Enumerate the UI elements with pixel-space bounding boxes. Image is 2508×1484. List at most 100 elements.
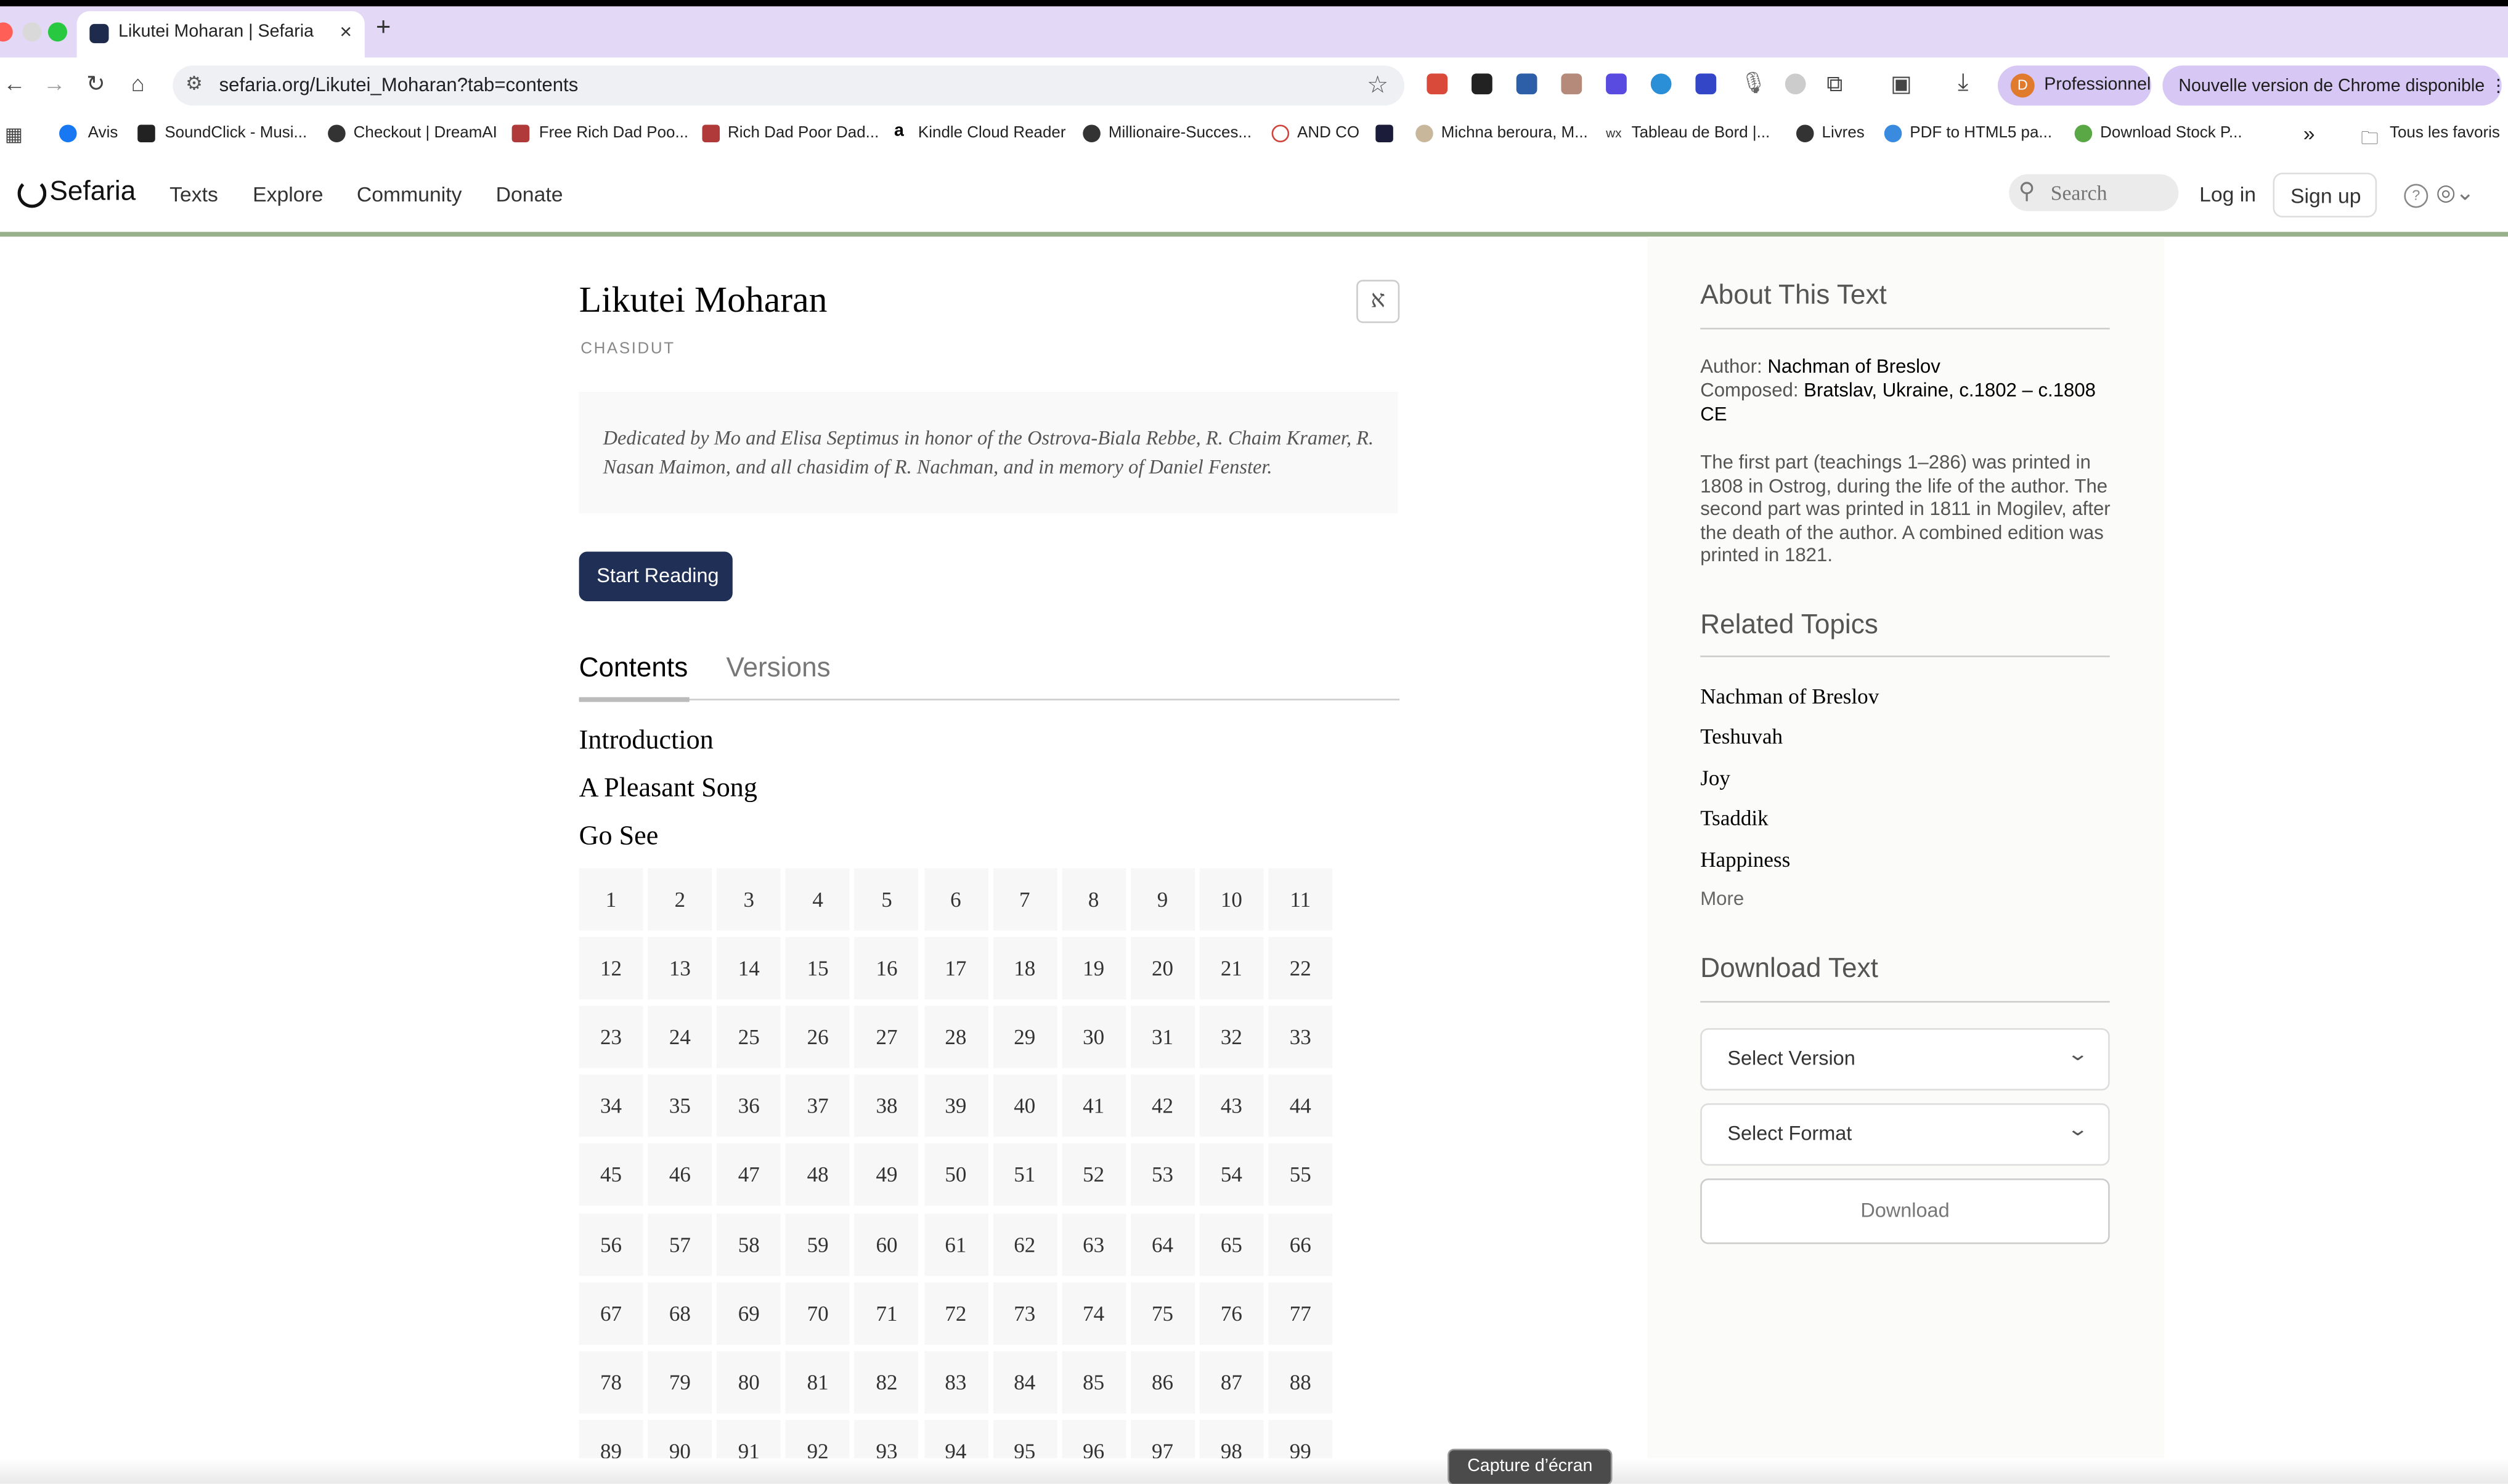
topic-link[interactable]: Happiness	[1700, 848, 1790, 874]
select-version-dropdown[interactable]: Select Version ⌄	[1700, 1028, 2110, 1091]
download-icon[interactable]: ⤓	[1958, 69, 1968, 96]
all-bookmarks-folder[interactable]: Tous les favoris	[2390, 124, 2500, 142]
back-icon[interactable]: ←	[3, 70, 25, 96]
apps-grid-icon[interactable]: ▦	[5, 123, 23, 145]
section-link[interactable]: 49	[855, 1143, 919, 1207]
section-link[interactable]: 70	[786, 1281, 850, 1344]
section-link[interactable]: 45	[579, 1143, 643, 1207]
bookmark-item[interactable]: Download Stock P...	[2100, 124, 2242, 142]
section-link[interactable]: 30	[1061, 1006, 1126, 1069]
section-link[interactable]: 16	[855, 937, 919, 1000]
section-link[interactable]: 44	[1268, 1075, 1333, 1138]
bookmark-item[interactable]: PDF to HTML5 pa...	[1910, 124, 2052, 142]
section-link[interactable]: 74	[1061, 1281, 1126, 1344]
search-input[interactable]	[2050, 179, 2172, 206]
minimize-window-button[interactable]	[22, 22, 42, 42]
section-link[interactable]: 76	[1199, 1281, 1264, 1344]
section-link[interactable]: 12	[579, 937, 643, 1000]
section-link[interactable]: 81	[786, 1350, 850, 1413]
section-link[interactable]: 9	[1130, 868, 1195, 931]
topic-link[interactable]: Joy	[1700, 766, 1730, 792]
signup-button[interactable]: Sign up	[2273, 172, 2377, 218]
nav-texts[interactable]: Texts	[169, 182, 218, 206]
bookmark-item[interactable]: Checkout | DreamAI	[354, 124, 497, 142]
start-reading-button[interactable]: Start Reading	[579, 551, 733, 601]
section-link[interactable]: 10	[1199, 868, 1264, 931]
section-link[interactable]: 13	[648, 937, 712, 1000]
section-link[interactable]: 83	[924, 1350, 988, 1413]
nav-donate[interactable]: Donate	[496, 182, 563, 206]
help-icon[interactable]: ?	[2404, 184, 2429, 208]
bookmark-item[interactable]: Tableau de Bord |...	[1632, 124, 1770, 142]
extension-icon[interactable]	[1606, 73, 1627, 95]
section-link[interactable]: 28	[924, 1006, 988, 1069]
section-link[interactable]: 4	[786, 868, 850, 931]
extension-icon[interactable]	[1561, 73, 1582, 95]
extension-icon[interactable]	[1785, 73, 1806, 95]
section-link[interactable]: 19	[1061, 937, 1126, 1000]
section-link[interactable]: 34	[579, 1075, 643, 1138]
microphone-icon[interactable]: 🎙	[1740, 70, 1767, 96]
section-link[interactable]: 31	[1130, 1006, 1195, 1069]
section-link[interactable]: 69	[717, 1281, 781, 1344]
profile-button[interactable]: D Professionnel	[1998, 65, 2152, 106]
bookmark-item[interactable]: Avis	[88, 124, 118, 142]
section-link[interactable]: 41	[1061, 1075, 1126, 1138]
section-link[interactable]: 21	[1199, 937, 1264, 1000]
toc-go-see[interactable]: Go See	[579, 821, 659, 853]
section-link[interactable]: 5	[855, 868, 919, 931]
section-link[interactable]: 87	[1199, 1350, 1264, 1413]
bookmark-item[interactable]: Millionaire-Succes...	[1109, 124, 1252, 142]
section-link[interactable]: 6	[924, 868, 988, 931]
site-logo[interactable]: Sefaria	[49, 176, 136, 208]
hebrew-toggle-button[interactable]: א	[1356, 280, 1400, 323]
section-link[interactable]: 18	[992, 937, 1057, 1000]
section-link[interactable]: 50	[924, 1143, 988, 1207]
section-link[interactable]: 27	[855, 1006, 919, 1069]
extension-icon[interactable]	[1427, 73, 1448, 95]
section-link[interactable]: 53	[1130, 1143, 1195, 1207]
section-link[interactable]: 68	[648, 1281, 712, 1344]
section-link[interactable]: 29	[992, 1006, 1057, 1069]
bookmarks-overflow-button[interactable]: »	[2303, 121, 2315, 145]
section-link[interactable]: 43	[1199, 1075, 1264, 1138]
section-link[interactable]: 57	[648, 1212, 712, 1276]
bookmark-item[interactable]: AND CO	[1297, 124, 1359, 142]
author-link[interactable]: Nachman of Breslov	[1767, 355, 1940, 377]
section-link[interactable]: 17	[924, 937, 988, 1000]
section-link[interactable]: 60	[855, 1212, 919, 1276]
section-link[interactable]: 66	[1268, 1212, 1333, 1276]
section-link[interactable]: 3	[717, 868, 781, 931]
section-link[interactable]: 86	[1130, 1350, 1195, 1413]
section-link[interactable]: 55	[1268, 1143, 1333, 1207]
section-link[interactable]: 25	[717, 1006, 781, 1069]
sefaria-logo-icon[interactable]	[17, 179, 47, 208]
section-link[interactable]: 80	[717, 1350, 781, 1413]
section-link[interactable]: 35	[648, 1075, 712, 1138]
topic-link[interactable]: Nachman of Breslov	[1700, 684, 1879, 710]
section-link[interactable]: 78	[579, 1350, 643, 1413]
section-link[interactable]: 85	[1061, 1350, 1126, 1413]
extensions-puzzle-icon[interactable]: ⧉	[1826, 70, 1842, 97]
tab-contents[interactable]: Contents	[579, 652, 688, 684]
category-label[interactable]: CHASIDUT	[580, 341, 675, 359]
section-link[interactable]: 40	[992, 1075, 1057, 1138]
section-link[interactable]: 22	[1268, 937, 1333, 1000]
section-link[interactable]: 24	[648, 1006, 712, 1069]
section-link[interactable]: 88	[1268, 1350, 1333, 1413]
bookmark-item[interactable]: Livres	[1822, 124, 1865, 142]
section-link[interactable]: 59	[786, 1212, 850, 1276]
section-link[interactable]: 58	[717, 1212, 781, 1276]
section-link[interactable]: 47	[717, 1143, 781, 1207]
nav-community[interactable]: Community	[357, 182, 462, 206]
bookmark-icon[interactable]	[1375, 124, 1393, 143]
section-link[interactable]: 42	[1130, 1075, 1195, 1138]
section-link[interactable]: 62	[992, 1212, 1057, 1276]
bookmark-item[interactable]: Kindle Cloud Reader	[918, 124, 1066, 142]
section-link[interactable]: 48	[786, 1143, 850, 1207]
download-button[interactable]: Download	[1700, 1178, 2110, 1244]
section-link[interactable]: 82	[855, 1350, 919, 1413]
reload-icon[interactable]: ↻	[86, 70, 105, 97]
nav-explore[interactable]: Explore	[253, 182, 323, 206]
bookmark-star-icon[interactable]: ☆	[1367, 70, 1388, 99]
